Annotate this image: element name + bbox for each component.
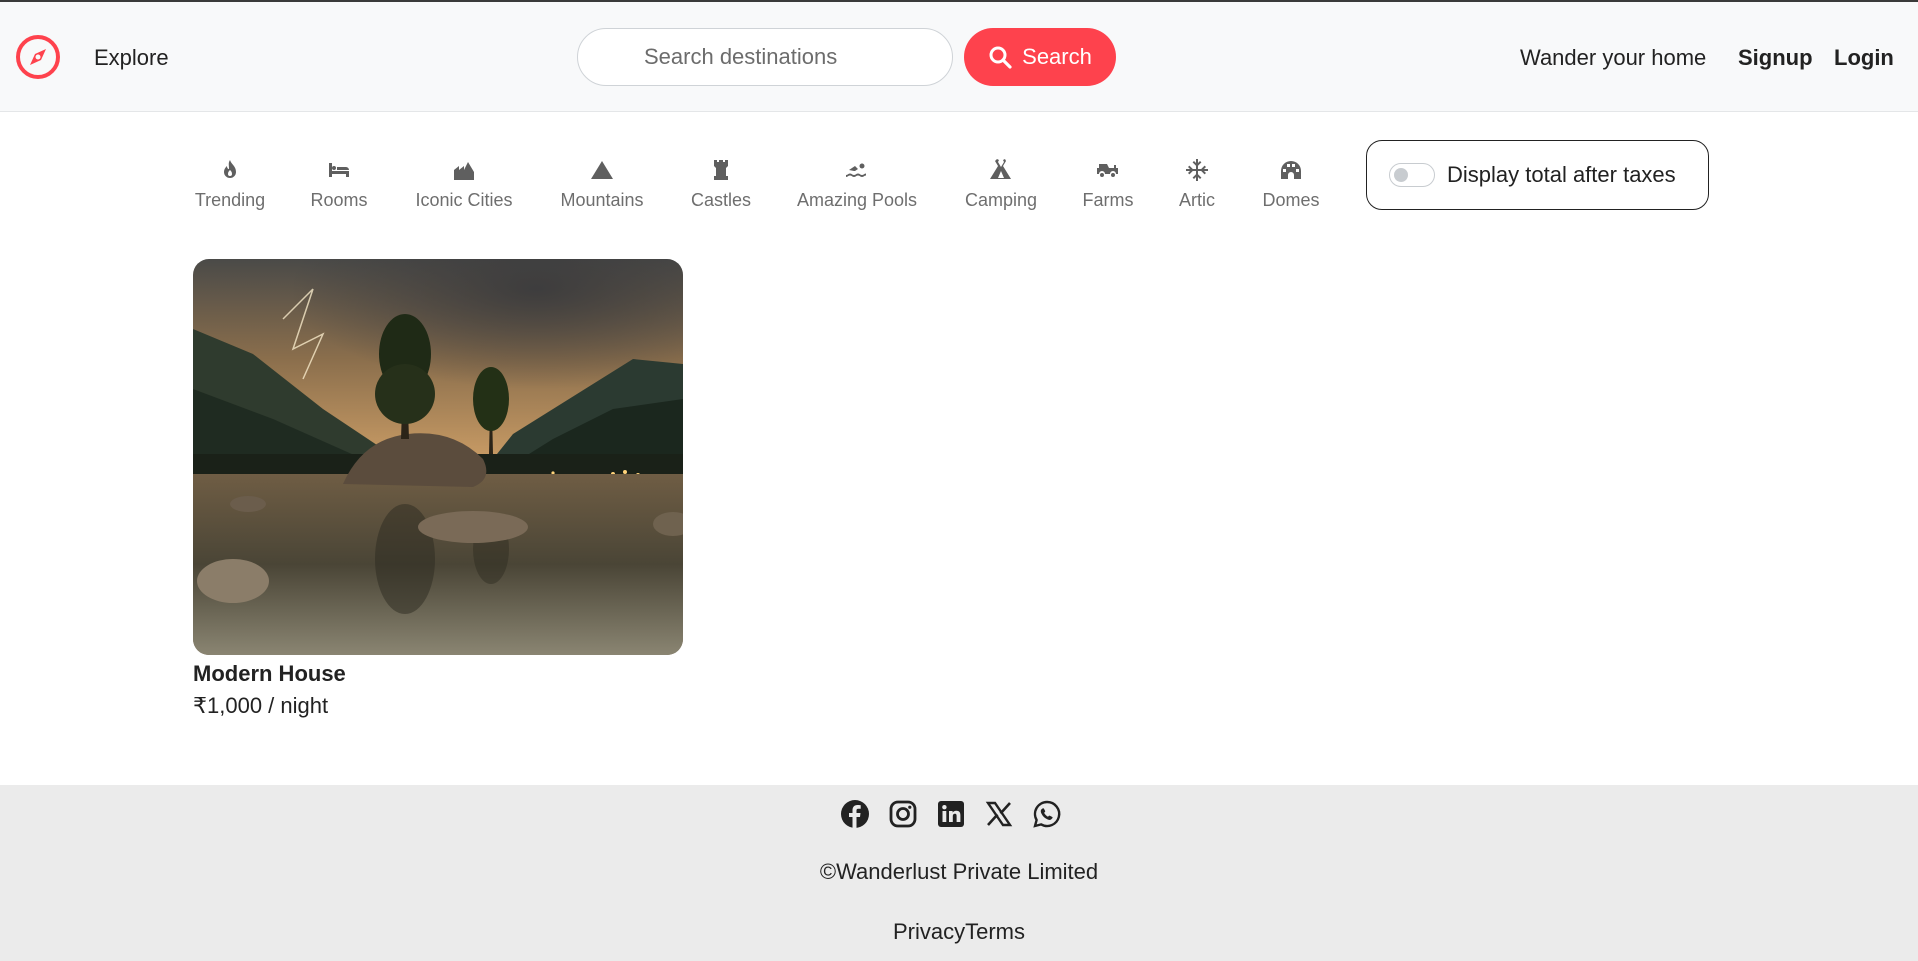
- privacy-link[interactable]: Privacy: [893, 919, 965, 944]
- filter-iconic-cities[interactable]: Iconic Cities: [412, 158, 516, 211]
- filter-castles[interactable]: Castles: [689, 158, 753, 211]
- compass-logo-icon[interactable]: [15, 34, 61, 80]
- x-icon[interactable]: [984, 799, 1014, 829]
- tax-toggle-box: Display total after taxes: [1366, 140, 1709, 210]
- filter-artic[interactable]: Artic: [1176, 158, 1218, 211]
- linkedin-icon[interactable]: [936, 799, 966, 829]
- wander-your-home-link[interactable]: Wander your home: [1520, 45, 1706, 71]
- terms-link[interactable]: Terms: [965, 919, 1025, 944]
- filter-label: Amazing Pools: [796, 190, 918, 210]
- footer: ©Wanderlust Private Limited PrivacyTerms: [0, 785, 1918, 961]
- filter-camping[interactable]: Camping: [962, 158, 1040, 211]
- filter-label: Farms: [1082, 190, 1134, 210]
- snowflake-icon: [1186, 159, 1208, 181]
- listing-price: ₹1,000 / night: [193, 693, 329, 718]
- mountain-icon: [591, 161, 613, 179]
- social-links: [840, 799, 1062, 831]
- tractor-icon: [1097, 164, 1118, 177]
- filter-domes[interactable]: Domes: [1260, 158, 1322, 211]
- tent-icon: [990, 159, 1011, 179]
- whatsapp-icon[interactable]: [1032, 799, 1062, 829]
- filter-label: Castles: [690, 190, 752, 210]
- filter-label: Iconic Cities: [415, 190, 513, 210]
- search-button-label: Search: [1022, 44, 1092, 69]
- explore-link[interactable]: Explore: [94, 45, 169, 71]
- listing-card[interactable]: Modern House ₹1,000 / night: [193, 259, 683, 719]
- copyright-text: ©Wanderlust Private Limited: [819, 859, 1099, 884]
- filter-rooms[interactable]: Rooms: [309, 158, 369, 211]
- filter-farms[interactable]: Farms: [1082, 158, 1134, 211]
- filter-trending[interactable]: Trending: [193, 158, 267, 211]
- filter-label: Artic: [1179, 190, 1215, 210]
- filter-label: Mountains: [560, 190, 644, 210]
- filter-label: Camping: [964, 190, 1038, 210]
- swimmer-icon: [846, 163, 866, 177]
- instagram-icon[interactable]: [888, 799, 918, 829]
- bed-icon: [329, 163, 349, 177]
- filter-label: Rooms: [310, 190, 368, 210]
- search-icon: [989, 46, 1012, 69]
- search-input[interactable]: [577, 28, 953, 86]
- castle-icon: [714, 160, 728, 180]
- city-icon: [454, 162, 474, 180]
- facebook-icon[interactable]: [840, 799, 870, 829]
- filter-mountains[interactable]: Mountains: [558, 158, 646, 211]
- switch-knob: [1394, 168, 1408, 182]
- listing-title: Modern House: [193, 661, 346, 686]
- igloo-icon: [1281, 161, 1301, 179]
- signup-link[interactable]: Signup: [1738, 45, 1813, 71]
- filter-amazing-pools[interactable]: Amazing Pools: [796, 158, 918, 211]
- tax-toggle-switch[interactable]: [1389, 163, 1435, 187]
- fire-icon: [224, 160, 236, 178]
- listing-image: [193, 259, 683, 655]
- tax-toggle-label: Display total after taxes: [1447, 162, 1676, 187]
- policy-links: PrivacyTerms: [0, 919, 1918, 945]
- filter-label: Domes: [1262, 190, 1320, 210]
- filter-label: Trending: [194, 190, 266, 210]
- login-link[interactable]: Login: [1834, 45, 1894, 71]
- search-button[interactable]: Search: [964, 28, 1116, 86]
- navbar: Explore Search Wander your home Signup L…: [0, 2, 1918, 112]
